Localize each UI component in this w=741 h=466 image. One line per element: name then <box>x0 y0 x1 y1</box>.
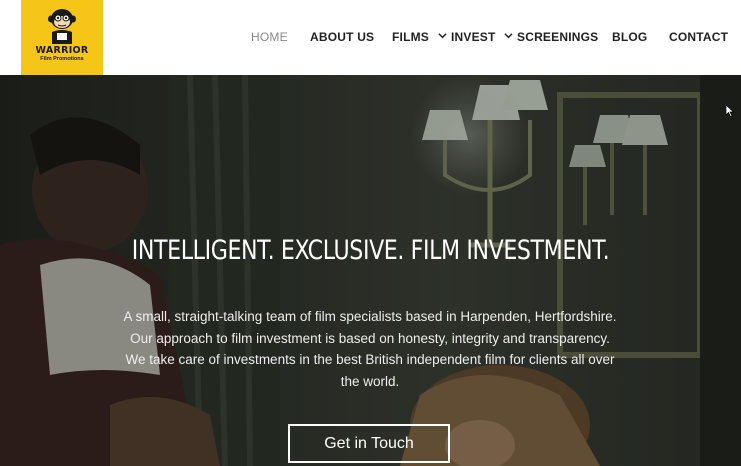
nav-blog[interactable]: BLOG <box>612 30 647 44</box>
chevron-down-icon <box>437 33 447 39</box>
hero-headline: INTELLIGENT. EXCLUSIVE. FILM INVESTMENT. <box>131 235 610 266</box>
nav-screenings-label: SCREENINGS <box>517 30 599 44</box>
nav-blog-label: BLOG <box>612 30 648 44</box>
nav-films-label: FILMS <box>392 30 429 44</box>
nav-invest[interactable]: INVEST <box>451 30 513 44</box>
nav-about-us[interactable]: ABOUT US <box>310 30 374 44</box>
site-header: WARRIOR Film Promotions HOME ABOUT US FI… <box>0 0 741 75</box>
main-nav: HOME ABOUT US FILMS INVEST SCREENINGS BL… <box>0 0 741 75</box>
hero-overlay <box>0 75 741 466</box>
nav-films[interactable]: FILMS <box>392 30 447 44</box>
nav-home[interactable]: HOME <box>251 30 288 44</box>
hero-description: A small, straight-talking team of film s… <box>123 309 617 389</box>
nav-screenings[interactable]: SCREENINGS <box>517 30 598 44</box>
get-in-touch-button[interactable]: Get in Touch <box>288 424 450 463</box>
nav-home-label: HOME <box>251 30 288 44</box>
hero-banner: INTELLIGENT. EXCLUSIVE. FILM INVESTMENT.… <box>0 75 741 466</box>
mouse-cursor-icon <box>726 105 734 117</box>
chevron-down-icon <box>504 33 513 39</box>
nav-contact[interactable]: CONTACT <box>669 30 728 44</box>
nav-invest-label: INVEST <box>451 30 496 44</box>
nav-contact-label: CONTACT <box>669 30 729 44</box>
nav-about-us-label: ABOUT US <box>310 30 375 44</box>
